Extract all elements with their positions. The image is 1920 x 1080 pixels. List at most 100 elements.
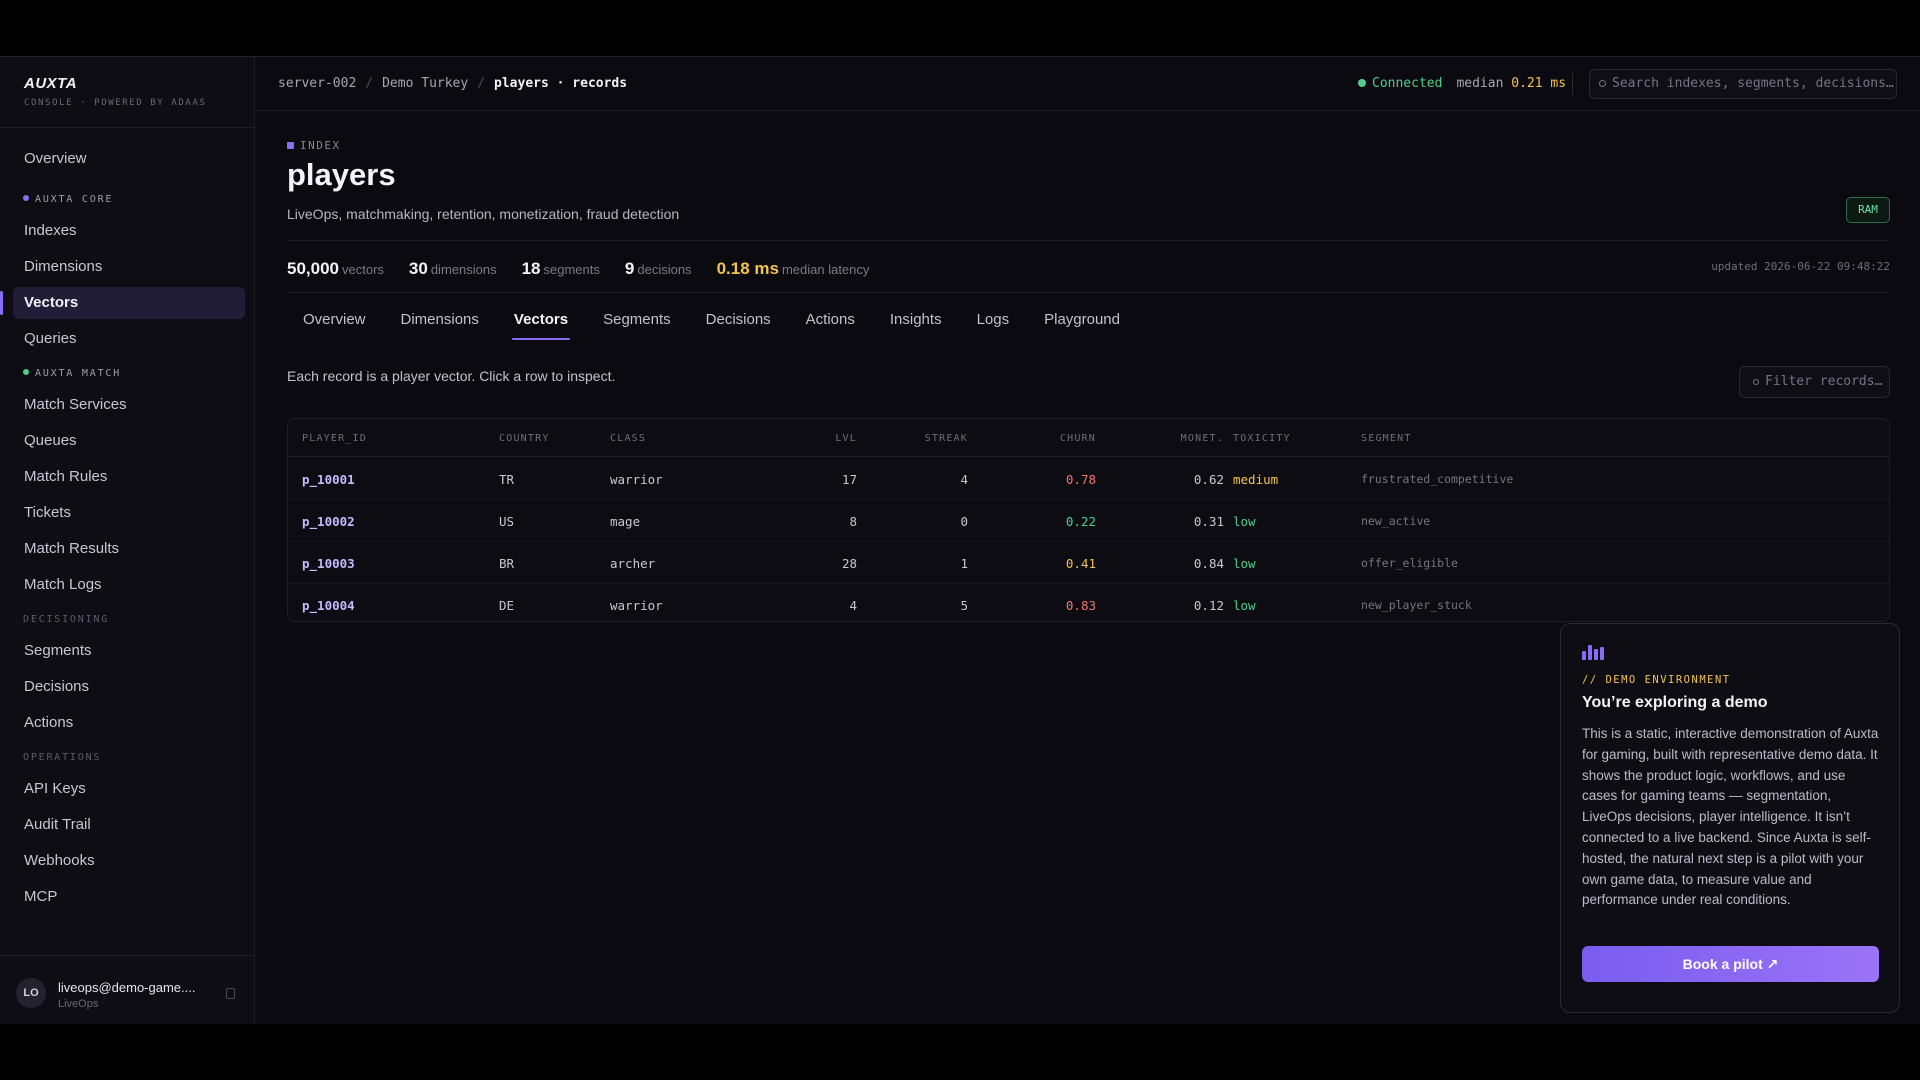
cell-player-id: p_10003 <box>302 556 355 571</box>
bar-chart-icon <box>1582 642 1606 660</box>
column-header-streak[interactable]: STREAK <box>888 433 968 444</box>
tab-bar: Overview Dimensions Vectors Segments Decisio… <box>287 300 1139 344</box>
sidebar-item-match-rules[interactable]: Match Rules <box>13 461 245 493</box>
book-pilot-button[interactable]: Book a pilot ↗ <box>1582 946 1879 982</box>
tab-segments[interactable]: Segments <box>587 300 687 344</box>
sidebar-item-match-logs[interactable]: Match Logs <box>13 569 245 601</box>
cell-toxicity: medium <box>1233 472 1279 487</box>
cell-streak: 0 <box>960 514 968 529</box>
sidebar-item-queries[interactable]: Queries <box>13 323 245 355</box>
cell-segment: new_active <box>1361 514 1431 528</box>
search-icon <box>1599 80 1606 87</box>
stat-dimensions: 30 dimensions <box>409 259 497 279</box>
column-header-player-id[interactable]: PLAYER_ID <box>302 433 442 444</box>
cell-country: DE <box>499 598 515 613</box>
column-header-toxicity[interactable]: TOXICITY <box>1233 433 1333 444</box>
median-label: median <box>1456 76 1504 91</box>
tab-overview[interactable]: Overview <box>287 300 382 344</box>
user-menu[interactable]: LO liveops@demo-game.... LiveOps <box>0 955 255 1024</box>
sidebar-item-vectors[interactable]: Vectors <box>0 287 245 319</box>
table-hint: Each record is a player vector. Click a … <box>287 368 616 384</box>
tab-decisions[interactable]: Decisions <box>690 300 787 344</box>
page-kicker: INDEX <box>287 139 341 152</box>
column-header-class[interactable]: CLASS <box>610 433 730 444</box>
breadcrumb-project[interactable]: Demo Turkey <box>382 76 468 91</box>
sidebar-item-actions[interactable]: Actions <box>13 707 245 739</box>
sidebar-item-audit-trail[interactable]: Audit Trail <box>13 809 245 841</box>
table-row[interactable]: p_10002 US mage 8 0 0.22 0.31 low new_active <box>288 500 1889 542</box>
stat-median-latency: 0.18 ms median latency <box>717 259 870 279</box>
breadcrumb-separator: / <box>365 76 374 91</box>
sidebar-item-indexes[interactable]: Indexes <box>13 215 245 247</box>
cell-streak: 1 <box>960 556 968 571</box>
cell-class: warrior <box>610 472 663 487</box>
card-kicker: // DEMO ENVIRONMENT <box>1582 674 1731 686</box>
cell-monet: 0.84 <box>1193 556 1224 571</box>
column-header-churn[interactable]: CHURN <box>1018 433 1096 444</box>
stat-vectors: 50,000 vectors <box>287 259 384 279</box>
tab-vectors[interactable]: Vectors <box>498 300 584 344</box>
tab-logs[interactable]: Logs <box>961 300 1026 344</box>
stat-value: 50,000 <box>287 259 339 278</box>
sidebar-item-match-services[interactable]: Match Services <box>13 389 245 421</box>
cell-lvl: 8 <box>849 514 857 529</box>
sidebar-section-auxta-match: AUXTA MATCH <box>0 359 255 389</box>
stats-row: 50,000 vectors 30 dimensions 18 segments 9 deci… <box>287 259 894 279</box>
storage-badge: RAM <box>1846 197 1890 223</box>
section-title: AUXTA MATCH <box>35 368 122 379</box>
sidebar-item-segments[interactable]: Segments <box>13 635 245 667</box>
filter-input[interactable]: Filter records… <box>1739 366 1890 398</box>
sidebar-item-webhooks[interactable]: Webhooks <box>13 845 245 877</box>
sidebar-section-operations: OPERATIONS <box>0 743 255 773</box>
column-header-lvl[interactable]: LVL <box>778 433 857 444</box>
stat-value: 0.18 ms <box>716 259 779 278</box>
status-dot-icon <box>1358 78 1366 87</box>
avatar[interactable]: LO <box>16 978 46 1008</box>
breadcrumb-server[interactable]: server-002 <box>278 76 356 91</box>
cell-country: US <box>499 514 515 529</box>
stat-value: 9 <box>624 259 635 278</box>
tab-dimensions[interactable]: Dimensions <box>385 300 495 344</box>
search-input[interactable]: Search indexes, segments, decisions… <box>1589 69 1897 99</box>
records-table: PLAYER_ID COUNTRY CLASS LVL STREAK CHURN MONET… <box>287 418 1890 622</box>
table-row[interactable]: p_10003 BR archer 28 1 0.41 0.84 low offer_eligi… <box>288 542 1889 584</box>
sidebar-item-api-keys[interactable]: API Keys <box>13 773 245 805</box>
brand-logo[interactable]: AUXTA <box>24 75 206 92</box>
sidebar-item-overview[interactable]: Overview <box>13 143 245 175</box>
cell-streak: 4 <box>960 472 968 487</box>
sidebar-item-mcp[interactable]: MCP <box>13 881 245 913</box>
tab-actions[interactable]: Actions <box>790 300 871 344</box>
sidebar-item-dimensions[interactable]: Dimensions <box>13 251 245 283</box>
cell-churn: 0.41 <box>1065 556 1096 571</box>
sidebar-item-queues[interactable]: Queues <box>13 425 245 457</box>
section-title: AUXTA CORE <box>35 194 114 205</box>
tab-insights[interactable]: Insights <box>874 300 958 344</box>
divider <box>0 127 255 128</box>
column-header-monet[interactable]: MONET. <box>1148 433 1224 444</box>
cell-player-id: p_10004 <box>302 598 355 613</box>
column-header-country[interactable]: COUNTRY <box>499 433 579 444</box>
kicker-label: INDEX <box>300 139 341 152</box>
divider <box>287 240 1890 241</box>
stat-decisions: 9 decisions <box>625 259 692 279</box>
topbar: server-002 / Demo Turkey / players · records… <box>256 57 1920 111</box>
cell-player-id: p_10001 <box>302 472 355 487</box>
table-row[interactable]: p_10001 TR warrior 17 4 0.78 0.62 medium frustra… <box>288 458 1889 500</box>
sidebar-item-tickets[interactable]: Tickets <box>13 497 245 529</box>
cell-segment: offer_eligible <box>1361 556 1458 570</box>
column-header-segment[interactable]: SEGMENT <box>1361 433 1621 444</box>
section-title: DECISIONING <box>23 614 110 625</box>
user-role: LiveOps <box>58 998 99 1010</box>
card-body: This is a static, interactive demonstrat… <box>1582 726 1879 908</box>
sidebar-item-match-results[interactable]: Match Results <box>13 533 245 565</box>
tab-playground[interactable]: Playground <box>1028 300 1136 344</box>
table-header: PLAYER_ID COUNTRY CLASS LVL STREAK CHURN MONET… <box>288 419 1889 457</box>
sidebar-nav: Overview AUXTA CORE Indexes Dimensions Vecto… <box>0 143 255 917</box>
stat-unit: dimensions <box>430 262 497 277</box>
cell-monet: 0.12 <box>1193 598 1224 613</box>
user-menu-icon[interactable] <box>226 988 235 999</box>
filter-icon <box>1753 379 1759 385</box>
sidebar-item-decisions[interactable]: Decisions <box>13 671 245 703</box>
table-row[interactable]: p_10004 DE warrior 4 5 0.83 0.12 low new_player_… <box>288 584 1889 621</box>
section-dot-icon <box>23 195 29 201</box>
